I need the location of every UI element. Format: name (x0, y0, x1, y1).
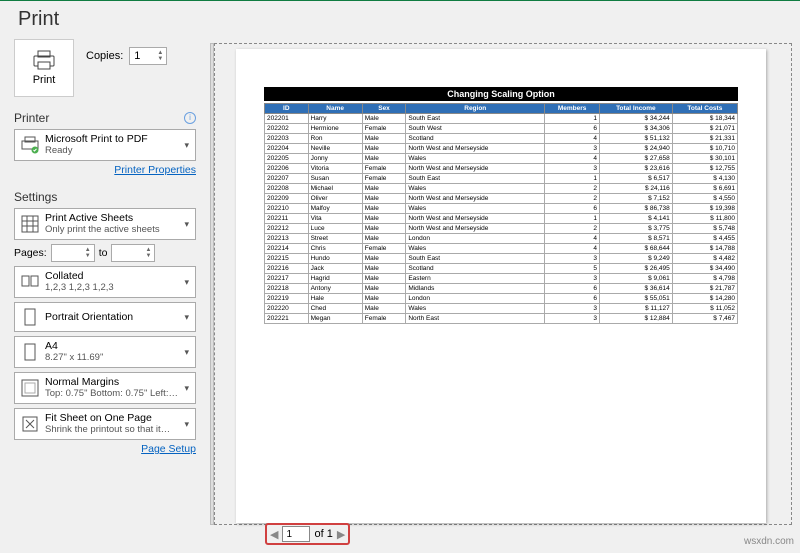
paper-line2: 8.27" x 11.69" (45, 352, 178, 364)
table-row: 202201HarryMaleSouth East134,24418,344 (265, 114, 738, 124)
chevron-down-icon: ▾ (184, 347, 189, 358)
printer-icon (32, 50, 56, 70)
page-navigator: ◀ of 1 ▶ (265, 523, 350, 545)
table-row: 202209OliverMaleNorth West and Merseysid… (265, 194, 738, 204)
prev-page-button[interactable]: ◀ (270, 528, 278, 541)
col-header: Members (545, 104, 600, 114)
copies-spinner[interactable]: 1 ▲▼ (129, 47, 167, 65)
left-panel: Print Copies: 1 ▲▼ Printer i Microsoft P… (0, 39, 210, 529)
table-row: 202203RonMaleScotland451,13221,331 (265, 134, 738, 144)
pages-label: Pages: (14, 247, 47, 259)
collate-line1: Collated (45, 270, 178, 282)
sheets-icon (21, 215, 39, 233)
paper-line1: A4 (45, 340, 178, 352)
print-what-line1: Print Active Sheets (45, 212, 178, 224)
table-row: 202205JonnyMaleWales427,65830,101 (265, 154, 738, 164)
page-setup-link[interactable]: Page Setup (14, 443, 196, 455)
pages-to-label: to (99, 247, 108, 259)
table-row: 202208MichaelMaleWales224,1166,691 (265, 184, 738, 194)
collate-line2: 1,2,3 1,2,3 1,2,3 (45, 282, 178, 294)
copies-label: Copies: (86, 50, 123, 62)
table-row: 202204NevilleMaleNorth West and Merseysi… (265, 144, 738, 154)
printer-small-icon (21, 136, 39, 154)
col-header: Name (308, 104, 362, 114)
margins-icon (21, 379, 39, 397)
table-row: 202215HundoMaleSouth East39,2494,482 (265, 254, 738, 264)
print-button-label: Print (33, 74, 56, 86)
copies-value: 1 (134, 50, 140, 62)
page-icon (21, 343, 39, 361)
table-row: 202210MalfoyMaleWales686,73819,398 (265, 204, 738, 214)
chevron-down-icon: ▾ (184, 140, 189, 151)
print-what-dropdown[interactable]: Print Active SheetsOnly print the active… (14, 208, 196, 240)
chevron-down-icon: ▾ (184, 219, 189, 230)
spinner-arrows-icon[interactable]: ▲▼ (143, 245, 153, 261)
data-table: IDNameSexRegionMembersTotal IncomeTotal … (264, 103, 738, 324)
next-page-button[interactable]: ▶ (337, 528, 345, 541)
chevron-down-icon: ▾ (184, 383, 189, 394)
printer-section-label: Printer (14, 111, 49, 125)
chevron-down-icon: ▾ (184, 312, 189, 323)
table-row: 202202HermioneFemaleSouth West634,30621,… (265, 124, 738, 134)
col-header: Region (406, 104, 545, 114)
current-page-input[interactable] (282, 526, 310, 542)
table-row: 202212LuceMaleNorth West and Merseyside2… (265, 224, 738, 234)
table-row: 202206VitoriaFemaleNorth West and Mersey… (265, 164, 738, 174)
print-what-line2: Only print the active sheets (45, 224, 178, 236)
fit-icon (21, 415, 39, 433)
paper-dropdown[interactable]: A48.27" x 11.69" ▾ (14, 336, 196, 368)
of-pages-label: of 1 (314, 528, 332, 540)
printer-properties-link[interactable]: Printer Properties (14, 164, 196, 176)
page-title: Print (0, 4, 800, 39)
watermark: wsxdn.com (744, 536, 794, 547)
page-icon (21, 308, 39, 326)
sheet-title: Changing Scaling Option (264, 87, 738, 101)
spinner-arrows-icon[interactable]: ▲▼ (83, 245, 93, 261)
settings-section-label: Settings (14, 190, 57, 204)
col-header: ID (265, 104, 309, 114)
table-row: 202217HagridMaleEastern39,0614,798 (265, 274, 738, 284)
pages-to-spinner[interactable]: ▲▼ (111, 244, 155, 262)
pages-from-spinner[interactable]: ▲▼ (51, 244, 95, 262)
table-row: 202211VitaMaleNorth West and Merseyside1… (265, 214, 738, 224)
chevron-down-icon: ▾ (184, 419, 189, 430)
margins-line1: Normal Margins (45, 376, 178, 388)
printer-name: Microsoft Print to PDF (45, 133, 178, 145)
col-header: Total Costs (672, 104, 737, 114)
col-header: Total Income (599, 104, 672, 114)
table-row: 202220ChedMaleWales311,12711,052 (265, 304, 738, 314)
table-row: 202214ChrisFemaleWales468,64414,788 (265, 244, 738, 254)
orientation-dropdown[interactable]: Portrait Orientation ▾ (14, 302, 196, 332)
scaling-dropdown[interactable]: Fit Sheet on One PageShrink the printout… (14, 408, 196, 440)
print-button[interactable]: Print (14, 39, 74, 97)
scaling-line1: Fit Sheet on One Page (45, 412, 178, 424)
spinner-arrows-icon[interactable]: ▲▼ (155, 48, 165, 64)
printer-dropdown[interactable]: Microsoft Print to PDFReady ▾ (14, 129, 196, 161)
page-preview: Changing Scaling Option IDNameSexRegionM… (236, 49, 766, 523)
table-row: 202207SusanFemaleSouth East16,5174,130 (265, 174, 738, 184)
table-row: 202218AntonyMaleMidlands636,61421,787 (265, 284, 738, 294)
col-header: Sex (362, 104, 406, 114)
table-row: 202219HaleMaleLondon655,05114,280 (265, 294, 738, 304)
table-row: 202216JackMaleScotland526,49534,490 (265, 264, 738, 274)
orientation-text: Portrait Orientation (45, 311, 178, 323)
collate-icon (21, 273, 39, 291)
printer-status: Ready (45, 145, 178, 157)
margins-dropdown[interactable]: Normal MarginsTop: 0.75" Bottom: 0.75" L… (14, 372, 196, 404)
preview-area: Changing Scaling Option IDNameSexRegionM… (210, 39, 800, 529)
margins-line2: Top: 0.75" Bottom: 0.75" Left:… (45, 388, 178, 400)
chevron-down-icon: ▾ (184, 277, 189, 288)
scaling-line2: Shrink the printout so that it… (45, 424, 178, 436)
collate-dropdown[interactable]: Collated1,2,3 1,2,3 1,2,3 ▾ (14, 266, 196, 298)
info-icon[interactable]: i (184, 112, 196, 124)
table-row: 202221MeganFemaleNorth East312,8847,467 (265, 314, 738, 324)
table-row: 202213StreetMaleLondon48,5714,455 (265, 234, 738, 244)
